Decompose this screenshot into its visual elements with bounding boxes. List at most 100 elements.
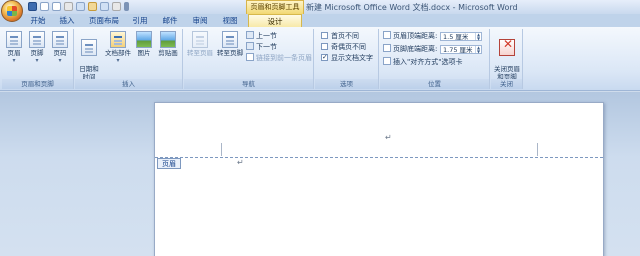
group-options: 首页不同 奇偶页不同 显示文档文字 选项 [315, 29, 379, 89]
goto-footer-label: 转至页脚 [217, 49, 243, 57]
different-first-page-option[interactable]: 首页不同 [321, 31, 359, 41]
open-icon[interactable] [88, 2, 97, 11]
link-icon [246, 53, 254, 61]
new-document-icon[interactable] [100, 2, 109, 11]
clip-art-label: 剪贴画 [158, 49, 178, 57]
redo-icon[interactable] [52, 2, 61, 11]
different-first-page-checkbox[interactable] [321, 32, 328, 39]
office-button[interactable] [1, 0, 23, 22]
header-position-icon [383, 31, 391, 39]
picture-button[interactable]: 图片 [133, 31, 155, 57]
header-boundary-line [155, 157, 603, 158]
margin-mark-right [537, 143, 538, 156]
tab-page-layout[interactable]: 页面布局 [86, 14, 122, 27]
different-odd-even-label: 奇偶页不同 [331, 43, 366, 51]
goto-footer-button[interactable]: 转至页脚 [215, 31, 245, 57]
footer-button[interactable]: 页脚 ▾ [26, 31, 48, 65]
page-number-button-label: 页码 [53, 49, 67, 57]
goto-footer-icon [222, 31, 238, 48]
document-area: ↵ 页眉 ↵ [0, 92, 640, 256]
group-navigation: 转至页眉 转至页脚 上一节 下一节 链接到前一条页眉 导航 [184, 29, 314, 89]
group-position: 页眉顶端距离: 1.5 厘米 ▲ ▼ 页脚底端距离: 1.75 厘米 ▲ ▼ 插入"… [380, 29, 490, 89]
header-from-top-label: 页眉顶端距离: [393, 32, 438, 40]
previous-section-button[interactable]: 上一节 [246, 31, 277, 41]
different-first-page-label: 首页不同 [331, 32, 359, 40]
picture-icon [136, 31, 152, 48]
show-document-text-checkbox[interactable] [321, 52, 328, 62]
header-icon [6, 31, 22, 48]
tab-design[interactable]: 设计 [248, 14, 302, 27]
link-to-previous-button[interactable]: 链接到前一条页眉 [246, 53, 312, 63]
tab-view[interactable]: 视图 [218, 14, 242, 27]
group-label-position: 位置 [380, 79, 489, 89]
close-icon [499, 39, 515, 56]
next-section-label: 下一节 [256, 43, 277, 51]
spin-arrows-icon[interactable]: ▲ ▼ [475, 46, 481, 53]
group-label-close: 关闭 [491, 79, 522, 89]
link-to-previous-label: 链接到前一条页眉 [256, 54, 312, 62]
insert-alignment-tab-label: 插入"对齐方式"选项卡 [393, 58, 463, 66]
quick-parts-icon [110, 31, 126, 48]
quick-parts-button[interactable]: 文档部件 ▾ [103, 31, 133, 65]
arrow-up-icon [246, 31, 254, 39]
margin-mark-left [221, 143, 222, 156]
goto-header-button[interactable]: 转至页眉 [185, 31, 215, 57]
insert-alignment-tab-button[interactable]: 插入"对齐方式"选项卡 [383, 57, 462, 67]
calendar-icon [81, 39, 97, 56]
next-section-button[interactable]: 下一节 [246, 42, 277, 52]
group-header-footer: 页眉 ▾ 页脚 ▾ 页码 ▾ 页眉和页脚 [2, 29, 74, 89]
show-document-text-option[interactable]: 显示文档文字 [321, 52, 373, 63]
header-from-top-input[interactable]: 1.5 厘米 ▲ ▼ [440, 32, 482, 41]
footer-position-icon [383, 44, 391, 52]
undo-icon[interactable] [40, 2, 49, 11]
clip-art-icon [160, 31, 176, 48]
tab-insert[interactable]: 插入 [55, 14, 79, 27]
email-icon[interactable] [112, 2, 121, 11]
different-odd-even-option[interactable]: 奇偶页不同 [321, 42, 366, 52]
group-label-insert: 插入 [75, 79, 182, 89]
tab-home[interactable]: 开始 [26, 14, 50, 27]
spin-arrows-icon[interactable]: ▲ ▼ [475, 33, 481, 40]
quick-access-toolbar [28, 2, 129, 11]
chevron-down-icon: ▾ [12, 57, 16, 64]
group-label-options: 选项 [315, 79, 378, 89]
clip-art-button[interactable]: 剪贴画 [156, 31, 180, 57]
save-icon[interactable] [28, 2, 37, 11]
picture-label: 图片 [137, 49, 151, 57]
window-title: 新建 Microsoft Office Word 文档.docx - Micro… [306, 3, 518, 12]
header-button-label: 页眉 [7, 49, 21, 57]
print-preview-icon[interactable] [64, 2, 73, 11]
quick-print-icon[interactable] [76, 2, 85, 11]
tab-mailings[interactable]: 邮件 [158, 14, 182, 27]
tab-references[interactable]: 引用 [128, 14, 152, 27]
title-bar: 页眉和页脚工具 新建 Microsoft Office Word 文档.docx… [0, 0, 640, 14]
footer-from-bottom-value: 1.75 厘米 [443, 46, 473, 54]
header-tag: 页眉 [157, 158, 181, 169]
group-label-header-footer: 页眉和页脚 [2, 79, 73, 89]
header-button[interactable]: 页眉 ▾ [3, 31, 25, 65]
chevron-down-icon: ▾ [58, 57, 62, 64]
ribbon: 页眉 ▾ 页脚 ▾ 页码 ▾ 页眉和页脚 日期和 时间 文档部件 ▾ 图片 剪贴… [0, 27, 640, 91]
body-paragraph-mark[interactable]: ↵ [237, 158, 244, 167]
different-odd-even-checkbox[interactable] [321, 43, 328, 50]
show-document-text-label: 显示文档文字 [331, 54, 373, 62]
ribbon-tabs: 开始 插入 页面布局 引用 邮件 审阅 视图 设计 [0, 14, 640, 27]
page-number-icon [52, 31, 68, 48]
group-label-navigation: 导航 [184, 79, 313, 89]
footer-from-bottom-input[interactable]: 1.75 厘米 ▲ ▼ [440, 45, 482, 54]
alignment-tab-icon [383, 57, 391, 65]
previous-section-label: 上一节 [256, 32, 277, 40]
contextual-tab-title: 页眉和页脚工具 [246, 0, 304, 14]
group-close: 关闭页眉 和页脚 关闭 [491, 29, 523, 89]
header-from-top-value: 1.5 厘米 [443, 33, 469, 41]
document-page[interactable]: ↵ 页眉 ↵ [154, 102, 604, 256]
group-insert: 日期和 时间 文档部件 ▾ 图片 剪贴画 插入 [75, 29, 183, 89]
customize-qat-icon[interactable] [124, 2, 129, 11]
paragraph-mark: ↵ [385, 133, 392, 142]
tab-review[interactable]: 审阅 [188, 14, 212, 27]
goto-header-icon [192, 31, 208, 48]
footer-from-bottom-row: 页脚底端距离: [383, 44, 437, 54]
arrow-down-icon [246, 42, 254, 50]
page-number-button[interactable]: 页码 ▾ [49, 31, 71, 65]
footer-button-label: 页脚 [30, 49, 44, 57]
